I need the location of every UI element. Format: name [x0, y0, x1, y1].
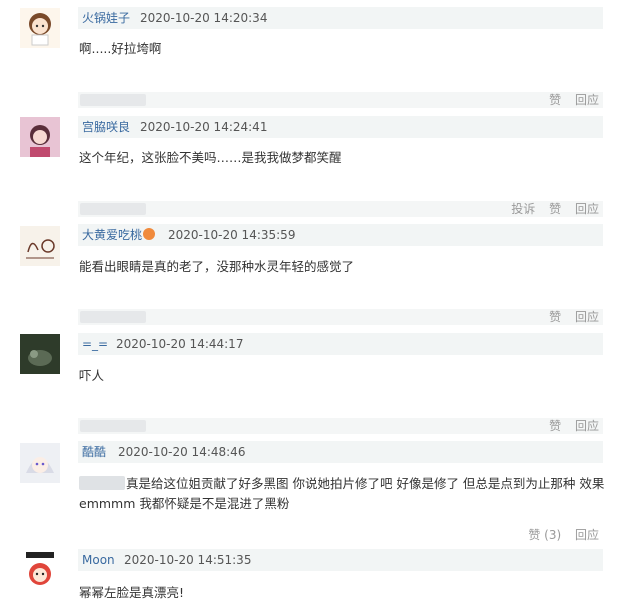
user-avatar[interactable]: [20, 117, 60, 157]
reply-bar: 赞 回应: [78, 92, 603, 108]
comment-text-content: 真是给这位姐贡献了好多黑图 你说她拍片修了吧 好像是修了 但总是点到为止那种 效…: [79, 476, 605, 511]
comment-username[interactable]: 火锅娃子: [82, 7, 130, 29]
comment-meta-bar: 酷酷 2020-10-20 14:48:46: [78, 441, 603, 463]
comment-timestamp: 2020-10-20 14:24:41: [140, 120, 268, 134]
comment-meta-bar: 火锅娃子 2020-10-20 14:20:34: [78, 7, 603, 29]
reply-button[interactable]: 回应: [575, 419, 599, 433]
avatar-cartoon-girl-icon: [20, 8, 60, 48]
comment-actions: 赞 回应: [539, 92, 599, 108]
comment-meta-bar: 宫脇咲良 2020-10-20 14:24:41: [78, 116, 603, 138]
comment-username[interactable]: Moon: [82, 549, 115, 571]
comment-timestamp: 2020-10-20 14:35:59: [168, 228, 296, 242]
avatar-anime-icon: [20, 443, 60, 483]
blurred-name: [80, 420, 146, 432]
comment-timestamp: 2020-10-20 14:44:17: [116, 337, 244, 351]
report-button[interactable]: 投诉: [511, 202, 535, 216]
comment-timestamp: 2020-10-20 14:51:35: [124, 553, 252, 567]
comment-timestamp: 2020-10-20 14:20:34: [140, 11, 268, 25]
avatar-photo-girl-icon: [20, 117, 60, 157]
comment-actions: 投诉 赞 回应: [501, 201, 599, 217]
peach-icon: [143, 228, 156, 240]
comment-meta-bar: Moon 2020-10-20 14:51:35: [78, 549, 603, 571]
comment-username-text: 大黄爱吃桃: [82, 228, 143, 242]
reply-button[interactable]: 回应: [575, 93, 599, 107]
comment-username[interactable]: 宫脇咲良: [82, 116, 130, 138]
like-button[interactable]: 赞 (3): [528, 528, 561, 542]
avatar-dark-photo-icon: [20, 334, 60, 374]
reply-bar: 投诉 赞 回应: [78, 201, 603, 217]
like-button[interactable]: 赞: [549, 202, 561, 216]
comment-meta-bar: 大黄爱吃桃 2020-10-20 14:35:59: [78, 224, 603, 246]
avatar-sketch-icon: [20, 226, 60, 266]
blurred-mention: [79, 476, 125, 490]
reply-button[interactable]: 回应: [575, 528, 599, 542]
like-button[interactable]: 赞: [549, 93, 561, 107]
reply-button[interactable]: 回应: [575, 310, 599, 324]
user-avatar[interactable]: [20, 550, 60, 590]
reply-bar: 赞 回应: [78, 418, 603, 434]
blurred-name: [80, 203, 146, 215]
comment-actions: 赞 (3) 回应: [518, 527, 599, 543]
comment-text: 吓人: [79, 368, 105, 383]
comment-username[interactable]: =_=: [82, 333, 108, 355]
comment-text: 真是给这位姐贡献了好多黑图 你说她拍片修了吧 好像是修了 但总是点到为止那种 效…: [79, 474, 609, 514]
blurred-name: [80, 311, 146, 323]
comment-actions: 赞 回应: [539, 309, 599, 325]
comment-timestamp: 2020-10-20 14:48:46: [118, 445, 246, 459]
reply-bar: 赞 (3) 回应: [78, 527, 603, 543]
comment-actions: 赞 回应: [539, 418, 599, 434]
avatar-cartoon-mascot-icon: [20, 550, 60, 590]
comment-text: 幂幂左脸是真漂亮!: [79, 585, 185, 600]
blurred-name: [80, 94, 146, 106]
user-avatar[interactable]: [20, 8, 60, 48]
user-avatar[interactable]: [20, 443, 60, 483]
comment-text: 能看出眼睛是真的老了，没那种水灵年轻的感觉了: [79, 259, 355, 274]
user-avatar[interactable]: [20, 226, 60, 266]
reply-bar: 赞 回应: [78, 309, 603, 325]
comment-username[interactable]: 酷酷: [82, 441, 106, 463]
comment-username[interactable]: 大黄爱吃桃: [82, 224, 156, 246]
like-button[interactable]: 赞: [549, 310, 561, 324]
reply-button[interactable]: 回应: [575, 202, 599, 216]
comment-meta-bar: =_= 2020-10-20 14:44:17: [78, 333, 603, 355]
comment-text: 这个年纪，这张脸不美吗……是我我做梦都笑醒: [79, 150, 342, 165]
comment-text: 啊.....好拉垮啊: [79, 41, 162, 56]
user-avatar[interactable]: [20, 334, 60, 374]
like-button[interactable]: 赞: [549, 419, 561, 433]
